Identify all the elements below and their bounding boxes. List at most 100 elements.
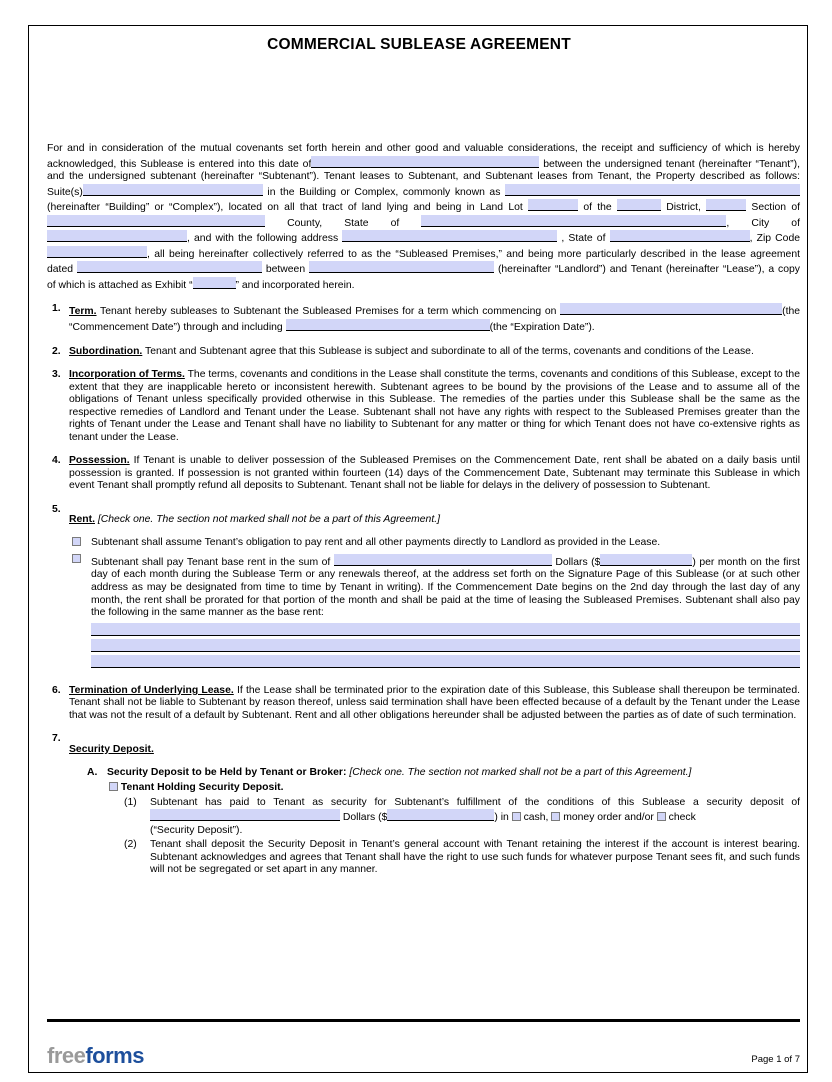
blank-lease-date[interactable]: [76, 261, 262, 274]
blank-expiration-date[interactable]: [285, 319, 490, 332]
section-subordination-body: Subordination. Tenant and Subtenant agre…: [69, 346, 800, 359]
footer-divider: [47, 1019, 800, 1022]
rent-option-2-text-a: Subtenant shall pay Tenant base rent in …: [91, 556, 331, 568]
preamble-text-11: , Zip Code: [749, 233, 800, 245]
preamble-text-13: between: [265, 264, 306, 276]
security-deposit-sub-a-instruction: [Check one. The section not marked shall…: [349, 766, 692, 778]
section-number-1: 1.: [52, 303, 61, 315]
freeforms-logo[interactable]: freeforms: [47, 1043, 144, 1069]
section-rent: 5. Rent. [Check one. The section not mar…: [47, 504, 800, 668]
checkbox-icon-check[interactable]: [656, 812, 666, 822]
section-incorporation: 3. Incorporation of Terms. The terms, co…: [47, 369, 800, 444]
security-deposit-money-order-label: money order and/or: [563, 812, 654, 824]
blank-address[interactable]: [342, 230, 558, 243]
blank-building-name[interactable]: [505, 183, 800, 196]
checkbox-icon-rent-option-2[interactable]: [72, 553, 81, 563]
blank-section-number[interactable]: [706, 199, 747, 212]
blank-agreement-date[interactable]: [311, 155, 540, 168]
section-number-3: 3.: [52, 369, 61, 381]
document-page: COMMERCIAL SUBLEASE AGREEMENT For and in…: [28, 25, 808, 1073]
section-rent-instruction: [Check one. The section not marked shall…: [97, 514, 440, 526]
security-deposit-item-2: (2) Tenant shall deposit the Security De…: [69, 839, 800, 877]
blank-additional-rent-line-3[interactable]: [91, 654, 800, 668]
security-deposit-item-1-text-a: Subtenant has paid to Tenant as security…: [150, 796, 800, 808]
preamble-text-5: of the: [583, 202, 612, 214]
rent-option-1-label: Subtenant shall assume Tenant’s obligati…: [91, 537, 661, 549]
rent-option-2-text-b: Dollars ($: [555, 556, 601, 568]
preamble-address-label: , and with the following address: [187, 233, 339, 245]
page-title: COMMERCIAL SUBLEASE AGREEMENT: [267, 36, 571, 53]
section-termination-body: Termination of Underlying Lease. If the …: [69, 685, 800, 723]
preamble-paragraph: For and in consideration of the mutual c…: [47, 143, 800, 292]
blank-district[interactable]: [616, 199, 661, 212]
blank-security-deposit-words[interactable]: [150, 809, 340, 822]
blank-landlord[interactable]: [309, 261, 495, 274]
section-term-text-3: (the “Expiration Date”).: [489, 322, 595, 334]
section-incorporation-heading: Incorporation of Terms.: [69, 369, 185, 381]
checkbox-icon-rent-option-1[interactable]: [72, 537, 81, 547]
blank-state[interactable]: [421, 214, 727, 227]
section-possession-text: If Tenant is unable to deliver possessio…: [69, 455, 800, 492]
preamble-text-7: Section of: [751, 202, 800, 214]
blank-section-of[interactable]: [47, 214, 265, 227]
blank-additional-rent-line-1[interactable]: [91, 622, 800, 636]
blank-city[interactable]: [47, 230, 187, 243]
security-deposit-item-1-label: (1): [124, 796, 137, 808]
section-term: 1. Term. Tenant hereby subleases to Subt…: [47, 303, 800, 334]
document-body: For and in consideration of the mutual c…: [47, 143, 800, 877]
preamble-text-4: (hereinafter “Building” or “Complex”), l…: [47, 202, 523, 214]
preamble-text-10: , State of: [561, 233, 606, 245]
section-number-2: 2.: [52, 345, 61, 357]
section-subordination-text: Tenant and Subtenant agree that this Sub…: [145, 345, 754, 357]
security-deposit-item-1: (1) Subtenant has paid to Tenant as secu…: [69, 797, 800, 838]
security-deposit-sub-a-title: Security Deposit to be Held by Tenant or…: [107, 766, 347, 778]
section-number-7: 7.: [52, 733, 61, 745]
rent-option-1-row[interactable]: Subtenant shall assume Tenant’s obligati…: [69, 537, 800, 550]
section-term-heading: Term.: [69, 306, 97, 318]
section-incorporation-body: Incorporation of Terms. The terms, coven…: [69, 369, 800, 444]
section-term-body: Term. Tenant hereby subleases to Subtena…: [69, 303, 800, 334]
section-security-deposit: 7. Security Deposit. A. Security Deposit…: [47, 733, 800, 877]
blank-commencement-date[interactable]: [560, 303, 783, 316]
tenant-holding-security-deposit-label: Tenant Holding Security Deposit.: [120, 782, 284, 794]
page-footer: freeforms Page 1 of 7: [47, 1043, 800, 1069]
blank-base-rent-words[interactable]: [333, 553, 552, 566]
tenant-holding-security-deposit-row[interactable]: Tenant Holding Security Deposit.: [69, 782, 800, 795]
logo-text-forms: forms: [85, 1043, 144, 1068]
section-possession-body: Possession. If Tenant is unable to deliv…: [69, 455, 800, 493]
security-deposit-sub-a-label: A.: [87, 766, 98, 778]
page-inner: COMMERCIAL SUBLEASE AGREEMENT For and in…: [38, 26, 800, 1072]
section-number-4: 4.: [52, 455, 61, 467]
blank-zip[interactable]: [47, 245, 147, 258]
section-rent-heading-line: Rent. [Check one. The section not marked…: [69, 514, 800, 527]
section-rent-heading: Rent.: [69, 514, 95, 526]
blank-land-lot[interactable]: [528, 199, 579, 212]
blank-security-deposit-amount[interactable]: [387, 809, 495, 822]
blank-additional-rent-line-2[interactable]: [91, 638, 800, 652]
blank-exhibit[interactable]: [192, 276, 236, 289]
page-number: Page 1 of 7: [751, 1054, 800, 1065]
section-possession-heading: Possession.: [69, 455, 130, 467]
section-security-deposit-heading: Security Deposit.: [69, 743, 154, 755]
security-deposit-cash-label: cash,: [523, 812, 549, 824]
section-subordination: 2. Subordination. Tenant and Subtenant a…: [47, 346, 800, 359]
section-number-6: 6.: [52, 684, 61, 696]
blank-base-rent-amount[interactable]: [600, 553, 693, 566]
section-possession: 4. Possession. If Tenant is unable to de…: [47, 455, 800, 493]
preamble-text-8: County, State of: [287, 217, 400, 229]
checkbox-icon-money-order[interactable]: [551, 812, 561, 822]
rent-option-2-row[interactable]: Subtenant shall pay Tenant base rent in …: [69, 553, 800, 668]
security-deposit-item-2-text: Tenant shall deposit the Security Deposi…: [150, 839, 800, 876]
security-deposit-sub-a: A. Security Deposit to be Held by Tenant…: [69, 767, 800, 780]
security-deposit-item-1-text-b: Dollars ($: [342, 812, 388, 824]
section-incorporation-text: The terms, covenants and conditions in t…: [69, 369, 800, 443]
blank-suites[interactable]: [82, 183, 263, 196]
preamble-text-6: District,: [666, 202, 701, 214]
section-subordination-heading: Subordination.: [69, 345, 143, 357]
section-termination-heading: Termination of Underlying Lease.: [69, 684, 234, 696]
preamble-text-9: , City of: [726, 217, 800, 229]
checkbox-icon-tenant-holding[interactable]: [109, 782, 118, 792]
section-security-deposit-heading-line: Security Deposit.: [69, 744, 800, 757]
checkbox-icon-cash[interactable]: [511, 812, 521, 822]
blank-state-2[interactable]: [609, 230, 750, 243]
